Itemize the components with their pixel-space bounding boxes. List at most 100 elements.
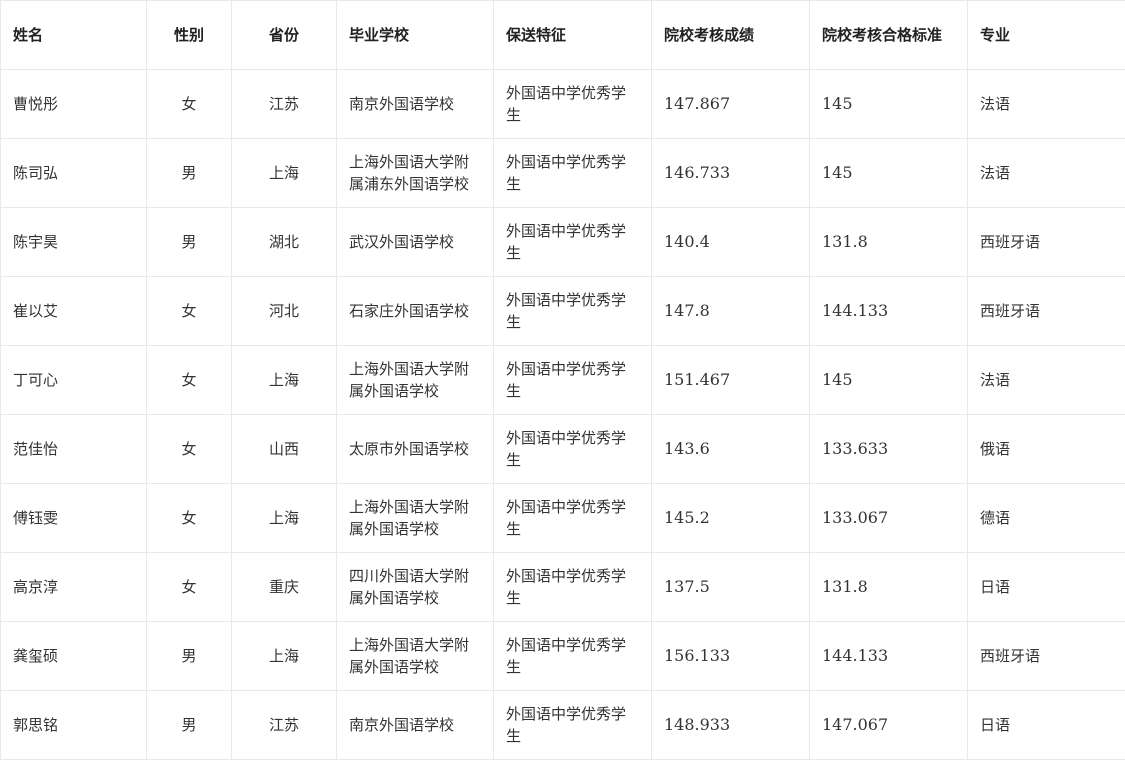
- cell-gender: 男: [146, 621, 232, 691]
- cell-major: 法语: [967, 345, 1125, 415]
- cell-name: 陈宇昊: [0, 207, 147, 277]
- cell-score: 147.867: [651, 69, 810, 139]
- cell-gender: 女: [146, 414, 232, 484]
- cell-feature: 外国语中学优秀学生: [493, 138, 652, 208]
- cell-gender: 女: [146, 552, 232, 622]
- cell-major: 俄语: [967, 414, 1125, 484]
- cell-gender: 女: [146, 483, 232, 553]
- cell-major: 德语: [967, 483, 1125, 553]
- cell-school: 石家庄外国语学校: [336, 276, 494, 346]
- cell-province: 河北: [231, 276, 337, 346]
- cell-province: 上海: [231, 621, 337, 691]
- cell-score: 151.467: [651, 345, 810, 415]
- cell-province: 江苏: [231, 690, 337, 760]
- table-body: 曹悦彤女江苏 南京外国语学校 外国语中学优秀学生 147.867 145 法语 陈司弘男上海…: [0, 69, 1125, 760]
- cell-school: 太原市外国语学校: [336, 414, 494, 484]
- cell-major: 西班牙语: [967, 276, 1125, 346]
- header-feature: 保送特征: [493, 0, 652, 70]
- header-school: 毕业学校: [336, 0, 494, 70]
- cell-gender: 男: [146, 138, 232, 208]
- table-row: 范佳怡女山西 太原市外国语学校 外国语中学优秀学生 143.6 133.633 俄语: [0, 414, 1125, 484]
- table-row: 傅钰雯女上海 上海外国语大学附属外国语学校 外国语中学优秀学生 145.2 133.06…: [0, 483, 1125, 553]
- cell-score: 148.933: [651, 690, 810, 760]
- cell-school: 南京外国语学校: [336, 690, 494, 760]
- table-row: 曹悦彤女江苏 南京外国语学校 外国语中学优秀学生 147.867 145 法语: [0, 69, 1125, 139]
- table-row: 郭思铭男江苏 南京外国语学校 外国语中学优秀学生 148.933 147.067 日语: [0, 690, 1125, 760]
- cell-province: 湖北: [231, 207, 337, 277]
- header-major: 专业: [967, 0, 1125, 70]
- cell-school: 武汉外国语学校: [336, 207, 494, 277]
- cell-major: 法语: [967, 69, 1125, 139]
- cell-score: 140.4: [651, 207, 810, 277]
- cell-name: 陈司弘: [0, 138, 147, 208]
- cell-gender: 女: [146, 69, 232, 139]
- cell-province: 上海: [231, 345, 337, 415]
- cell-standard: 133.067: [809, 483, 968, 553]
- cell-feature: 外国语中学优秀学生: [493, 414, 652, 484]
- cell-feature: 外国语中学优秀学生: [493, 345, 652, 415]
- table-row: 崔以艾女河北 石家庄外国语学校 外国语中学优秀学生 147.8 144.133 西班牙语: [0, 276, 1125, 346]
- cell-gender: 男: [146, 207, 232, 277]
- cell-score: 156.133: [651, 621, 810, 691]
- cell-name: 龚玺硕: [0, 621, 147, 691]
- cell-score: 147.8: [651, 276, 810, 346]
- cell-province: 重庆: [231, 552, 337, 622]
- cell-gender: 女: [146, 345, 232, 415]
- cell-feature: 外国语中学优秀学生: [493, 276, 652, 346]
- table-header: 姓名 性别 省份 毕业学校 保送特征 院校考核成绩 院校考核合格标准 专业: [0, 0, 1125, 70]
- cell-standard: 131.8: [809, 207, 968, 277]
- cell-province: 江苏: [231, 69, 337, 139]
- table-row: 龚玺硕男上海 上海外国语大学附属外国语学校 外国语中学优秀学生 156.133 144.…: [0, 621, 1125, 691]
- cell-score: 143.6: [651, 414, 810, 484]
- cell-major: 法语: [967, 138, 1125, 208]
- cell-major: 日语: [967, 552, 1125, 622]
- cell-province: 山西: [231, 414, 337, 484]
- cell-standard: 131.8: [809, 552, 968, 622]
- cell-standard: 133.633: [809, 414, 968, 484]
- cell-feature: 外国语中学优秀学生: [493, 483, 652, 553]
- cell-feature: 外国语中学优秀学生: [493, 690, 652, 760]
- cell-feature: 外国语中学优秀学生: [493, 207, 652, 277]
- cell-name: 崔以艾: [0, 276, 147, 346]
- cell-standard: 145: [809, 69, 968, 139]
- cell-standard: 147.067: [809, 690, 968, 760]
- cell-feature: 外国语中学优秀学生: [493, 621, 652, 691]
- cell-school: 上海外国语大学附属外国语学校: [336, 345, 494, 415]
- cell-school: 上海外国语大学附属外国语学校: [336, 621, 494, 691]
- header-gender: 性别: [146, 0, 232, 70]
- cell-gender: 女: [146, 276, 232, 346]
- cell-name: 曹悦彤: [0, 69, 147, 139]
- cell-standard: 145: [809, 138, 968, 208]
- table-row: 陈宇昊男湖北 武汉外国语学校 外国语中学优秀学生 140.4 131.8 西班牙语: [0, 207, 1125, 277]
- cell-name: 丁可心: [0, 345, 147, 415]
- cell-province: 上海: [231, 138, 337, 208]
- table-row: 陈司弘男上海 上海外国语大学附属浦东外国语学校 外国语中学优秀学生 146.733 14…: [0, 138, 1125, 208]
- cell-score: 146.733: [651, 138, 810, 208]
- cell-school: 四川外国语大学附属外国语学校: [336, 552, 494, 622]
- cell-major: 日语: [967, 690, 1125, 760]
- cell-name: 傅钰雯: [0, 483, 147, 553]
- cell-standard: 144.133: [809, 621, 968, 691]
- cell-score: 145.2: [651, 483, 810, 553]
- cell-name: 郭思铭: [0, 690, 147, 760]
- admissions-table: 姓名 性别 省份 毕业学校 保送特征 院校考核成绩 院校考核合格标准 专业 曹悦…: [0, 0, 1125, 760]
- cell-feature: 外国语中学优秀学生: [493, 552, 652, 622]
- header-score: 院校考核成绩: [651, 0, 810, 70]
- cell-name: 范佳怡: [0, 414, 147, 484]
- header-province: 省份: [231, 0, 337, 70]
- cell-feature: 外国语中学优秀学生: [493, 69, 652, 139]
- cell-major: 西班牙语: [967, 207, 1125, 277]
- cell-standard: 145: [809, 345, 968, 415]
- header-standard: 院校考核合格标准: [809, 0, 968, 70]
- table-row: 高京淳女重庆 四川外国语大学附属外国语学校 外国语中学优秀学生 137.5 131.8 日…: [0, 552, 1125, 622]
- cell-score: 137.5: [651, 552, 810, 622]
- cell-school: 上海外国语大学附属浦东外国语学校: [336, 138, 494, 208]
- cell-standard: 144.133: [809, 276, 968, 346]
- cell-major: 西班牙语: [967, 621, 1125, 691]
- cell-school: 上海外国语大学附属外国语学校: [336, 483, 494, 553]
- header-row: 姓名 性别 省份 毕业学校 保送特征 院校考核成绩 院校考核合格标准 专业: [0, 0, 1125, 70]
- cell-province: 上海: [231, 483, 337, 553]
- table-row: 丁可心女上海 上海外国语大学附属外国语学校 外国语中学优秀学生 151.467 145 法…: [0, 345, 1125, 415]
- cell-gender: 男: [146, 690, 232, 760]
- cell-name: 高京淳: [0, 552, 147, 622]
